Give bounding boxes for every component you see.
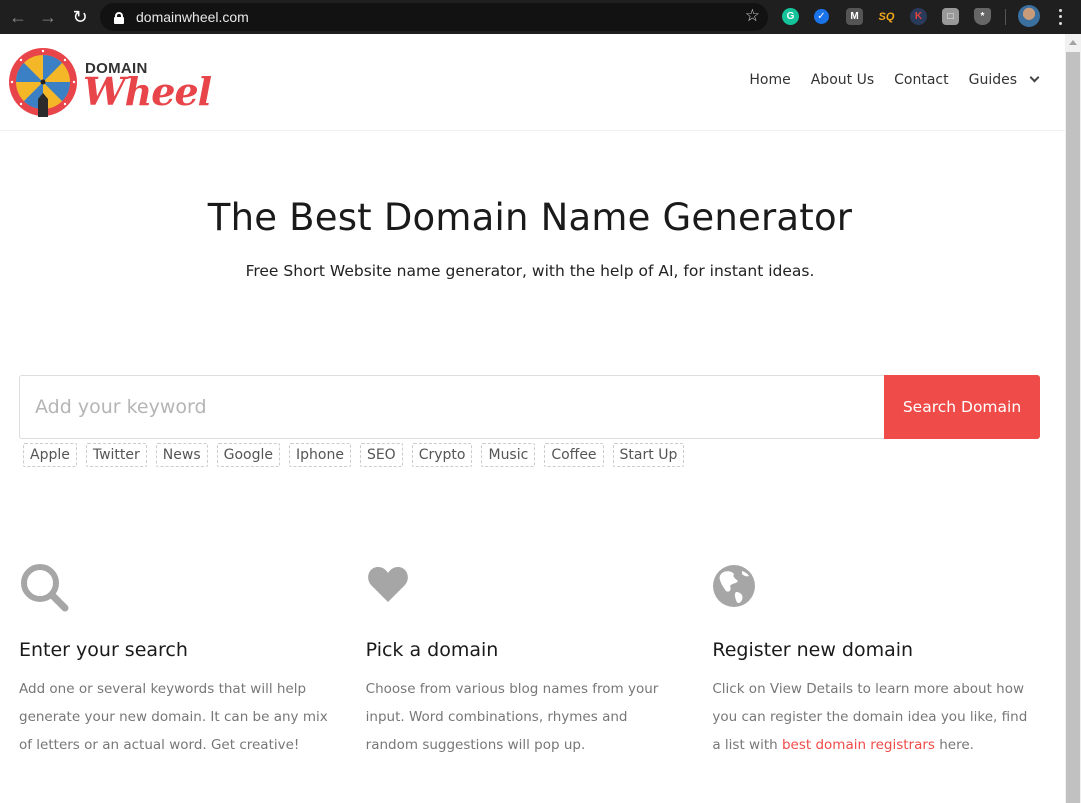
address-bar[interactable]: domainwheel.com ☆ — [100, 3, 768, 31]
check-extension-icon[interactable]: ✓ — [814, 9, 829, 24]
nav-about-us[interactable]: About Us — [811, 72, 874, 88]
nav-contact[interactable]: Contact — [894, 72, 948, 88]
tag-twitter[interactable]: Twitter — [85, 443, 147, 467]
feature-text-after: here. — [934, 737, 974, 753]
feature-text: Click on View Details to learn more abou… — [712, 675, 1030, 759]
scroll-up-arrow-icon[interactable] — [1065, 34, 1081, 50]
nav-home[interactable]: Home — [749, 72, 790, 88]
shield-extension-icon[interactable]: * — [974, 8, 991, 25]
feature-register-domain: Register new domain Click on View Detail… — [712, 562, 1059, 759]
profile-avatar[interactable] — [1018, 5, 1040, 27]
page-subtitle: Free Short Website name generator, with … — [245, 262, 815, 280]
feature-pick-domain: Pick a domain Choose from various blog n… — [366, 562, 713, 759]
feature-title: Register new domain — [712, 639, 914, 661]
browser-menu-icon[interactable] — [1054, 7, 1066, 27]
grammarly-extension-icon[interactable]: G — [782, 8, 799, 25]
feature-text: Add one or several keywords that will he… — [19, 681, 328, 753]
toolbar-divider — [1005, 9, 1006, 25]
scrollbar-thumb[interactable] — [1066, 52, 1080, 803]
lock-icon — [114, 11, 124, 24]
page: DOMAIN Wheel Home About Us Contact Guide… — [0, 34, 1065, 803]
tag-seo[interactable]: SEO — [359, 443, 403, 467]
best-domain-registrars-link[interactable]: best domain registrars — [782, 737, 935, 753]
site-header: DOMAIN Wheel Home About Us Contact Guide… — [0, 34, 1065, 131]
chevron-down-icon[interactable] — [1029, 72, 1040, 83]
tag-coffee[interactable]: Coffee — [544, 443, 604, 467]
globe-icon — [713, 565, 756, 607]
site-logo[interactable]: DOMAIN Wheel — [8, 47, 225, 117]
k-extension-icon[interactable]: K — [910, 8, 927, 25]
tag-apple[interactable]: Apple — [23, 443, 77, 467]
feature-enter-search: Enter your search Add one or several key… — [19, 562, 366, 759]
url-text[interactable]: domainwheel.com — [136, 9, 249, 25]
forward-arrow-icon[interactable]: → — [33, 2, 63, 32]
tag-start-up[interactable]: Start Up — [612, 443, 685, 467]
main-nav: Home About Us Contact Guides — [729, 72, 1040, 88]
browser-toolbar: ← → ↻ domainwheel.com ☆ G ✓ M SQ K □ * — [0, 0, 1081, 34]
tag-news[interactable]: News — [155, 443, 208, 467]
nav-guides[interactable]: Guides — [969, 72, 1017, 88]
box-extension-icon[interactable]: □ — [942, 8, 959, 25]
keyword-input[interactable] — [19, 375, 884, 439]
reload-icon[interactable]: ↻ — [65, 2, 95, 32]
heart-icon — [367, 567, 408, 602]
domain-search-form: Search Domain — [19, 375, 1040, 439]
sq-extension-icon[interactable]: SQ — [878, 8, 895, 25]
page-title: The Best Domain Name Generator — [207, 196, 853, 239]
feature-title: Pick a domain — [365, 639, 499, 661]
logo-wheel-text: Wheel — [83, 69, 212, 114]
bookmark-star-icon[interactable]: ☆ — [745, 6, 760, 26]
back-arrow-icon[interactable]: ← — [3, 2, 33, 32]
keyword-suggestions: Apple Twitter News Google Iphone SEO Cry… — [23, 443, 693, 467]
tag-google[interactable]: Google — [216, 443, 280, 467]
features-section: Enter your search Add one or several key… — [19, 562, 1059, 759]
search-icon — [21, 564, 69, 612]
page-scrollbar[interactable] — [1065, 34, 1081, 803]
tag-crypto[interactable]: Crypto — [411, 443, 473, 467]
m-extension-icon[interactable]: M — [846, 8, 863, 25]
wheel-logo-icon — [9, 48, 77, 117]
search-domain-button[interactable]: Search Domain — [884, 375, 1040, 439]
tag-music[interactable]: Music — [481, 443, 536, 467]
feature-text: Choose from various blog names from your… — [365, 681, 659, 753]
tag-iphone[interactable]: Iphone — [289, 443, 351, 467]
feature-title: Enter your search — [19, 639, 188, 661]
